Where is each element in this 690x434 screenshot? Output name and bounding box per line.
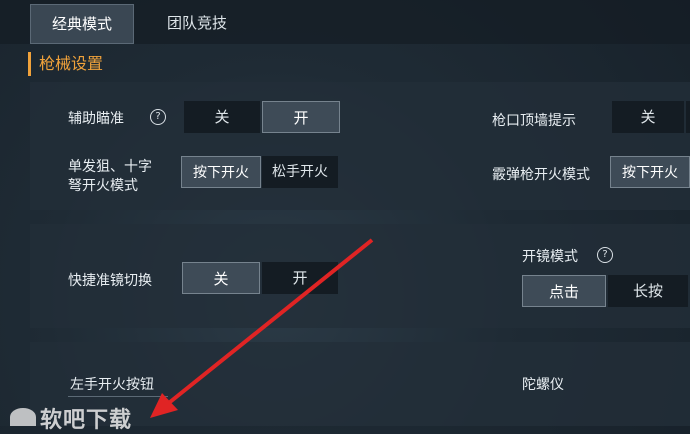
watermark-text: 软吧下载 [40, 408, 133, 433]
annotation-arrow [150, 238, 374, 418]
watermark-logo-icon [10, 408, 36, 426]
